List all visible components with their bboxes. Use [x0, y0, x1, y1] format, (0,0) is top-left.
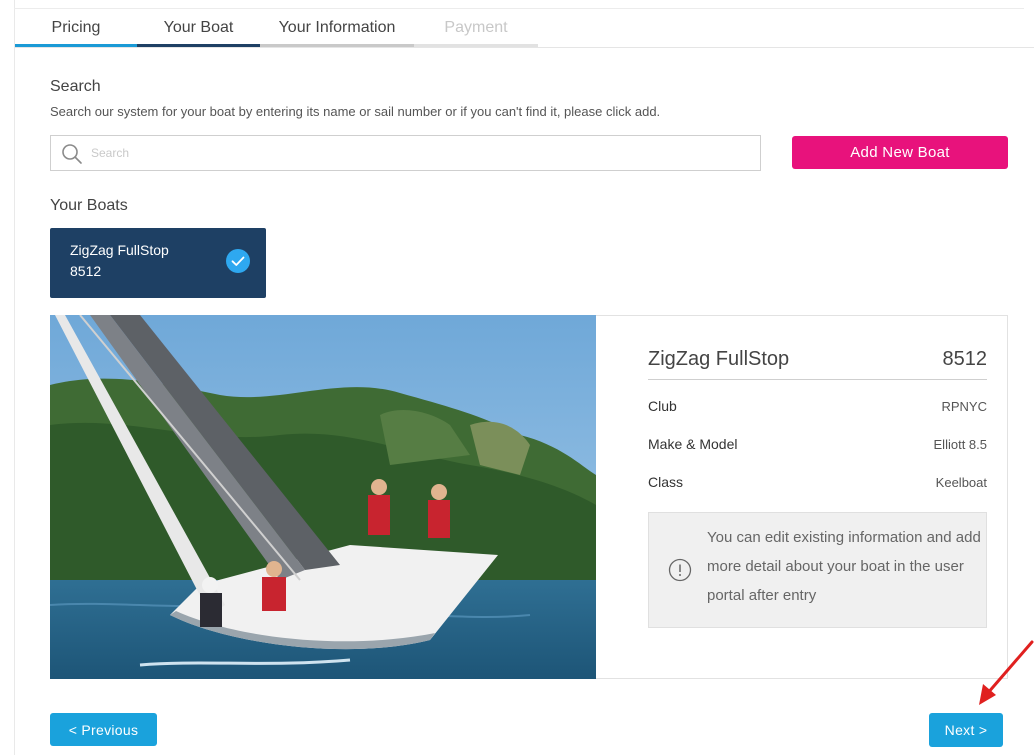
add-new-boat-button[interactable]: Add New Boat: [792, 136, 1008, 169]
class-value: Keelboat: [935, 475, 987, 490]
make-model-value: Elliott 8.5: [933, 437, 987, 452]
annotation-arrow-icon: [979, 640, 1034, 705]
detail-divider: [648, 379, 987, 380]
info-note-text: You can edit existing information and ad…: [707, 529, 981, 604]
frame-border-left: [14, 0, 15, 755]
your-boats-heading: Your Boats: [50, 197, 128, 214]
search-field[interactable]: [50, 135, 761, 171]
previous-button[interactable]: < Previous: [50, 713, 157, 746]
tab-your-boat[interactable]: Your Boat: [137, 9, 260, 47]
search-help-text: Search our system for your boat by enter…: [50, 104, 661, 119]
info-icon: [668, 558, 692, 582]
detail-sail-number: 8512: [942, 348, 988, 370]
boat-card-selected[interactable]: ZigZag FullStop 8512: [50, 228, 266, 298]
search-heading: Search: [50, 78, 101, 95]
search-icon: [62, 144, 82, 164]
step-tabs: Pricing Your Boat Your Information Payme…: [15, 9, 538, 47]
next-button[interactable]: Next >: [929, 713, 1003, 747]
club-value: RPNYC: [941, 399, 987, 414]
class-label: Class: [648, 474, 684, 490]
tab-payment: Payment: [414, 9, 538, 47]
info-note: You can edit existing information and ad…: [648, 512, 987, 628]
check-icon: [226, 249, 250, 273]
detail-boat-name: ZigZag FullStop: [648, 348, 790, 370]
club-label: Club: [648, 398, 677, 414]
boat-photo: [50, 315, 596, 679]
tabs-divider: [15, 47, 1034, 48]
tab-your-information[interactable]: Your Information: [260, 9, 414, 47]
tab-pricing[interactable]: Pricing: [15, 9, 137, 47]
search-input[interactable]: [91, 140, 751, 166]
make-model-label: Make & Model: [648, 436, 738, 452]
